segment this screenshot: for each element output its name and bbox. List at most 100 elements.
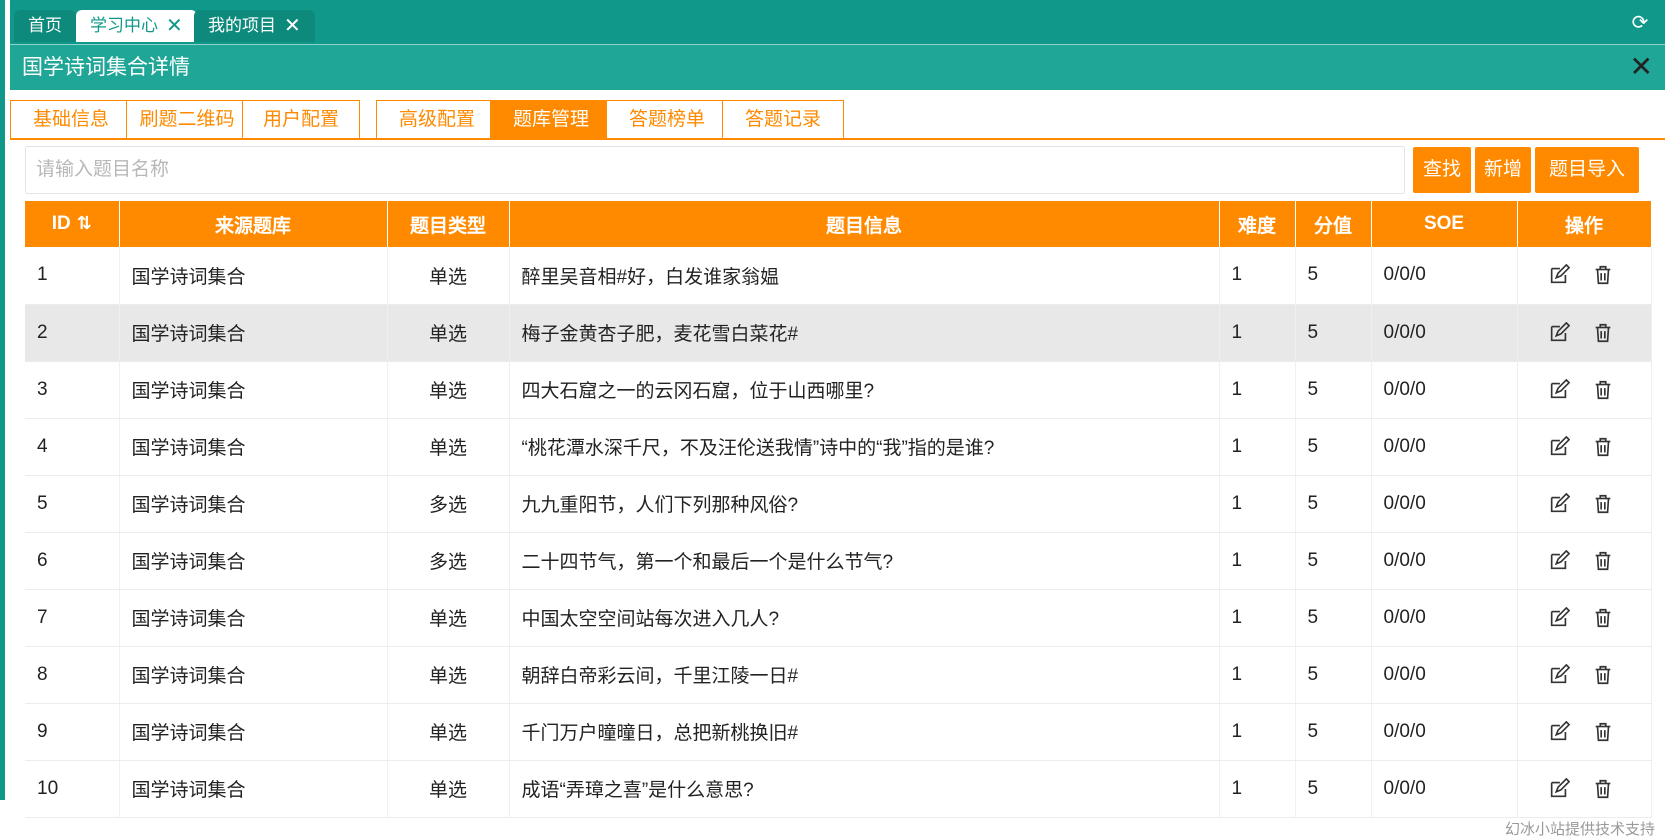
- cell-id: 9: [25, 703, 120, 761]
- cell-soe: 0/0/0: [1371, 703, 1518, 761]
- trash-icon[interactable]: [1592, 607, 1614, 629]
- sub-tab-bar: 基础信息 刷题二维码 用户配置 高级配置 题库管理 答题榜单 答题记录: [10, 100, 1665, 140]
- edit-icon[interactable]: [1548, 777, 1570, 800]
- edit-icon[interactable]: [1548, 435, 1570, 458]
- edit-icon[interactable]: [1548, 321, 1570, 344]
- cell-id: 4: [25, 418, 120, 476]
- column-header-id[interactable]: ID ⇅: [25, 201, 120, 247]
- cell-score: 5: [1295, 475, 1372, 533]
- column-header-score: 分值: [1295, 201, 1372, 247]
- tab-answer-records[interactable]: 答题记录: [722, 100, 844, 138]
- cell-id: 3: [25, 361, 120, 419]
- tab-label: 我的项目: [208, 16, 276, 35]
- table-row[interactable]: 5 国学诗词集合 多选 九九重阳节，人们下列那种风俗? 1 5 0/0/0: [25, 475, 1652, 533]
- refresh-icon[interactable]: ⟳: [1629, 12, 1651, 34]
- table-row[interactable]: 10 国学诗词集合 单选 成语“弄璋之喜”是什么意思? 1 5 0/0/0: [25, 760, 1652, 818]
- trash-icon[interactable]: [1592, 778, 1614, 800]
- panel-header: 国学诗词集合详情 ✕: [10, 44, 1665, 90]
- cell-type: 单选: [387, 247, 510, 305]
- left-accent-strip: [0, 0, 5, 800]
- page-title: 国学诗词集合详情: [22, 56, 190, 79]
- edit-icon[interactable]: [1548, 606, 1570, 629]
- column-header-source: 来源题库: [119, 201, 388, 247]
- close-icon[interactable]: ✕: [166, 16, 183, 36]
- cell-actions: [1517, 532, 1652, 590]
- cell-source: 国学诗词集合: [119, 418, 388, 476]
- footer-credit: 幻冰小站提供技术支持: [1504, 821, 1655, 838]
- add-button[interactable]: 新增: [1475, 147, 1531, 193]
- edit-icon[interactable]: [1548, 663, 1570, 686]
- cell-info: 二十四节气，第一个和最后一个是什么节气?: [509, 532, 1220, 590]
- cell-soe: 0/0/0: [1371, 646, 1518, 704]
- cell-source: 国学诗词集合: [119, 703, 388, 761]
- cell-difficulty: 1: [1219, 475, 1296, 533]
- tab-label: 首页: [28, 16, 62, 35]
- trash-icon[interactable]: [1592, 436, 1614, 458]
- trash-icon[interactable]: [1592, 379, 1614, 401]
- cell-type: 单选: [387, 703, 510, 761]
- table-row[interactable]: 1 国学诗词集合 单选 醉里吴音相#好，白发谁家翁媪 1 5 0/0/0: [25, 247, 1652, 305]
- close-icon[interactable]: ✕: [1630, 51, 1653, 83]
- tab-leaderboard[interactable]: 答题榜单: [606, 100, 728, 138]
- import-button[interactable]: 题目导入: [1535, 147, 1639, 193]
- cell-actions: [1517, 361, 1652, 419]
- cell-score: 5: [1295, 646, 1372, 704]
- table-row[interactable]: 4 国学诗词集合 单选 “桃花潭水深千尺，不及汪伦送我情”诗中的“我”指的是谁? 1 5 0…: [25, 418, 1652, 476]
- cell-type: 单选: [387, 361, 510, 419]
- cell-id: 2: [25, 304, 120, 362]
- tab-learning-center[interactable]: 学习中心 ✕: [76, 10, 197, 42]
- edit-icon[interactable]: [1548, 549, 1570, 572]
- trash-icon[interactable]: [1592, 550, 1614, 572]
- cell-source: 国学诗词集合: [119, 589, 388, 647]
- edit-icon[interactable]: [1548, 378, 1570, 401]
- edit-icon[interactable]: [1548, 720, 1570, 743]
- trash-icon[interactable]: [1592, 493, 1614, 515]
- cell-info: 朝辞白帝彩云间，千里江陵一日#: [509, 646, 1220, 704]
- search-input[interactable]: [25, 146, 1405, 194]
- table-row[interactable]: 6 国学诗词集合 多选 二十四节气，第一个和最后一个是什么节气? 1 5 0/0/0: [25, 532, 1652, 590]
- tab-home[interactable]: 首页: [14, 10, 76, 42]
- cell-difficulty: 1: [1219, 361, 1296, 419]
- cell-id: 5: [25, 475, 120, 533]
- close-icon[interactable]: ✕: [284, 16, 301, 36]
- cell-difficulty: 1: [1219, 703, 1296, 761]
- tab-basic-info[interactable]: 基础信息: [10, 100, 132, 138]
- table-row[interactable]: 9 国学诗词集合 单选 千门万户曈曈日，总把新桃换旧# 1 5 0/0/0: [25, 703, 1652, 761]
- tab-my-projects[interactable]: 我的项目 ✕: [194, 10, 315, 42]
- find-button[interactable]: 查找: [1413, 147, 1471, 193]
- edit-icon[interactable]: [1548, 492, 1570, 515]
- trash-icon[interactable]: [1592, 664, 1614, 686]
- cell-id: 7: [25, 589, 120, 647]
- cell-soe: 0/0/0: [1371, 475, 1518, 533]
- table-row[interactable]: 8 国学诗词集合 单选 朝辞白帝彩云间，千里江陵一日# 1 5 0/0/0: [25, 646, 1652, 704]
- tab-user-config[interactable]: 用户配置: [242, 100, 360, 138]
- trash-icon[interactable]: [1592, 721, 1614, 743]
- cell-id: 1: [25, 247, 120, 305]
- trash-icon[interactable]: [1592, 264, 1614, 286]
- tab-qr-code[interactable]: 刷题二维码: [126, 100, 248, 138]
- cell-source: 国学诗词集合: [119, 760, 388, 818]
- cell-score: 5: [1295, 532, 1372, 590]
- edit-icon[interactable]: [1548, 263, 1570, 286]
- cell-type: 单选: [387, 760, 510, 818]
- cell-type: 单选: [387, 304, 510, 362]
- table-row[interactable]: 2 国学诗词集合 单选 梅子金黄杏子肥，麦花雪白菜花# 1 5 0/0/0: [25, 304, 1652, 362]
- cell-score: 5: [1295, 760, 1372, 818]
- cell-actions: [1517, 589, 1652, 647]
- cell-source: 国学诗词集合: [119, 475, 388, 533]
- cell-id: 6: [25, 532, 120, 590]
- trash-icon[interactable]: [1592, 322, 1614, 344]
- cell-actions: [1517, 304, 1652, 362]
- cell-score: 5: [1295, 703, 1372, 761]
- cell-difficulty: 1: [1219, 760, 1296, 818]
- tab-advanced-config[interactable]: 高级配置: [376, 100, 498, 138]
- cell-actions: [1517, 646, 1652, 704]
- cell-source: 国学诗词集合: [119, 304, 388, 362]
- cell-info: 成语“弄璋之喜”是什么意思?: [509, 760, 1220, 818]
- table-row[interactable]: 7 国学诗词集合 单选 中国太空空间站每次进入几人? 1 5 0/0/0: [25, 589, 1652, 647]
- question-table: ID ⇅ 来源题库 题目类型 题目信息 难度 分值 SOE 操作 1 国学诗词集合单…: [25, 201, 1652, 818]
- cell-score: 5: [1295, 304, 1372, 362]
- tab-question-bank[interactable]: 题库管理: [490, 100, 612, 138]
- table-row[interactable]: 3 国学诗词集合 单选 四大石窟之一的云冈石窟，位于山西哪里? 1 5 0/0/0: [25, 361, 1652, 419]
- sort-icon[interactable]: ⇅: [77, 213, 92, 233]
